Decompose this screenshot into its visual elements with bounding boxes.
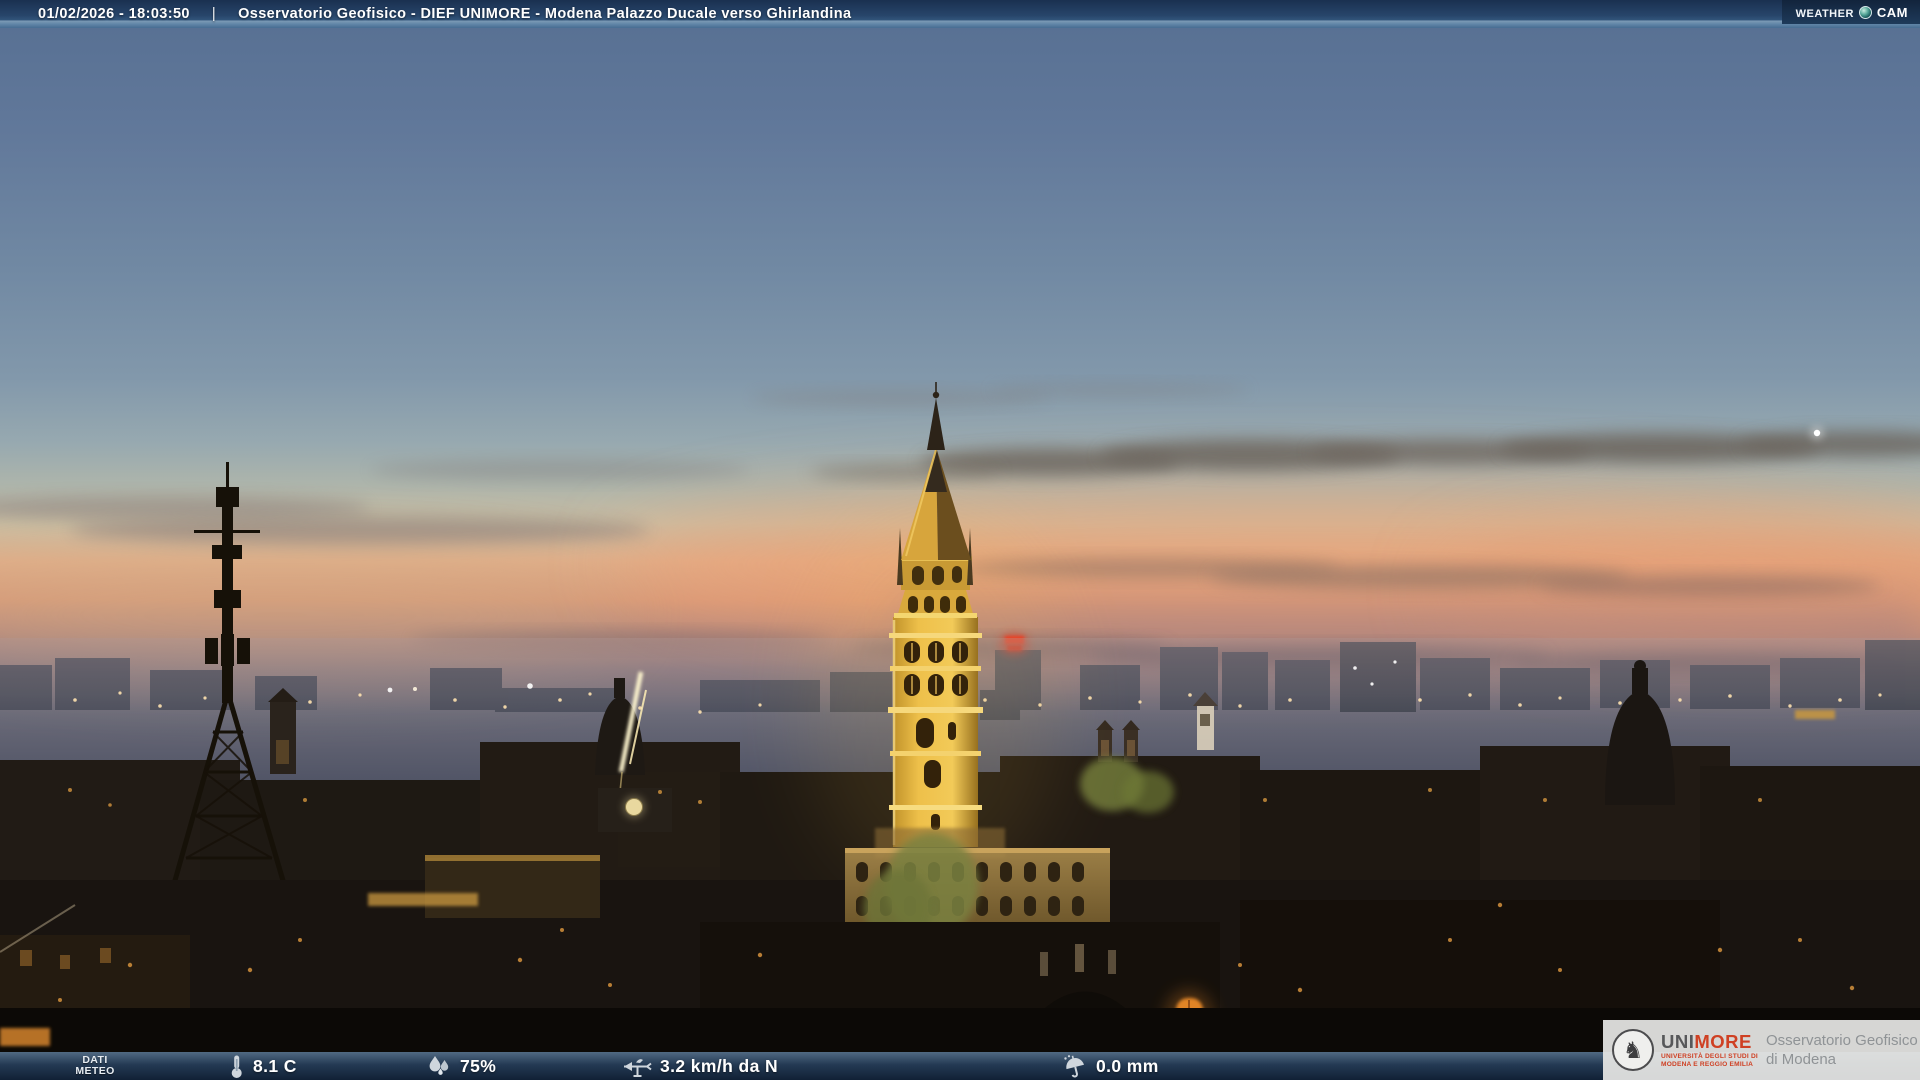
humidity-reading: 75%	[426, 1052, 496, 1080]
camera-lens-icon	[1859, 6, 1872, 19]
water-drops-icon	[426, 1054, 452, 1078]
university-seal-icon: ♞	[1612, 1029, 1654, 1071]
umbrella-icon	[1062, 1054, 1088, 1079]
thermometer-icon	[228, 1054, 245, 1079]
observatory-name: Osservatorio Geofisico di Modena	[1766, 1031, 1918, 1069]
temperature-reading: 8.1 C	[228, 1052, 297, 1080]
webcam-title: Osservatorio Geofisico - DIEF UNIMORE - …	[238, 6, 851, 22]
wind-reading: 3.2 km/h da N	[620, 1052, 778, 1080]
weathercam-logo-cam: Cam	[1877, 1, 1908, 23]
unimore-branding[interactable]: ♞ UNIMORE UNIVERSITÀ DEGLI STUDI DI MODE…	[1603, 1020, 1920, 1080]
webcam-photo	[0, 0, 1920, 1080]
dati-meteo-label: DATI METEO	[75, 1055, 114, 1077]
unimore-more: MORE	[1694, 1031, 1752, 1052]
webcam-page: 01/02/2026 - 18:03:50 | Osservatorio Geo…	[0, 0, 1920, 1080]
unimore-subtitle-line2: MODENA E REGGIO EMILIA	[1661, 1061, 1758, 1069]
timestamp: 01/02/2026 - 18:03:50	[38, 6, 190, 22]
header-bar: 01/02/2026 - 18:03:50 | Osservatorio Geo…	[0, 0, 1920, 28]
weathervane-icon	[620, 1054, 652, 1079]
precipitation-reading: 0.0 mm	[1062, 1052, 1159, 1080]
evening-star	[1810, 426, 1824, 440]
unimore-wordmark: UNIMORE UNIVERSITÀ DEGLI STUDI DI MODENA…	[1661, 1032, 1758, 1068]
weathercam-logo[interactable]: Weather Cam	[1782, 0, 1920, 24]
header-separator: |	[212, 6, 216, 22]
unimore-uni: UNI	[1661, 1031, 1694, 1052]
weathercam-logo-weather: Weather	[1796, 4, 1854, 21]
unimore-subtitle-line1: UNIVERSITÀ DEGLI STUDI DI	[1661, 1053, 1758, 1061]
